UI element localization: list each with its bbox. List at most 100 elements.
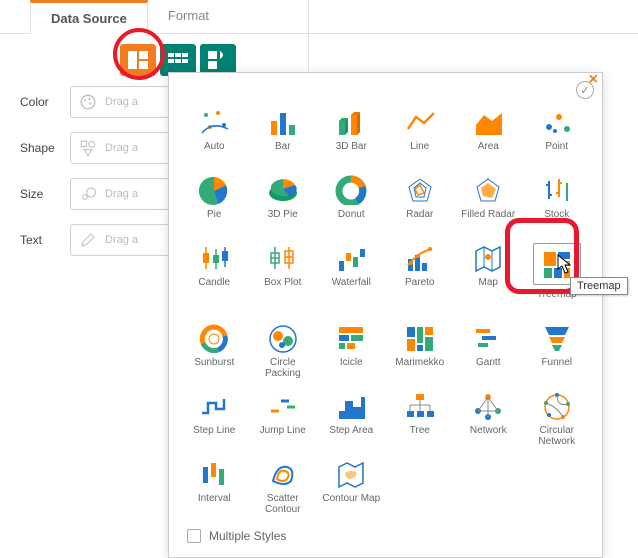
icicle-icon: [333, 323, 369, 353]
shelf-placeholder: Drag a: [105, 142, 138, 154]
chart-label: Donut: [338, 209, 365, 231]
sunburst-icon: [196, 323, 232, 353]
map-icon: [470, 243, 506, 273]
step-area-icon: [333, 391, 369, 421]
shelf-label-shape: Shape: [20, 141, 60, 155]
chart-type-auto[interactable]: Auto: [181, 103, 248, 167]
chart-label: Pareto: [405, 277, 434, 299]
chart-label: Area: [478, 141, 499, 163]
chart-type-point[interactable]: Point: [524, 103, 591, 167]
chart-type-3d-bar[interactable]: 3D Bar: [318, 103, 385, 167]
shelf-color[interactable]: Drag a: [70, 86, 170, 118]
shelf-placeholder: Drag a: [105, 234, 138, 246]
chart-type-icicle[interactable]: Icicle: [318, 319, 385, 383]
chart-label: Waterfall: [332, 277, 371, 299]
radar-icon: [402, 175, 438, 205]
shapes-icon: [79, 139, 97, 157]
chart-type-step-area[interactable]: Step Area: [318, 387, 385, 451]
chart-type-pareto[interactable]: Pareto: [387, 239, 454, 315]
chart-label: Stock: [544, 209, 569, 231]
chart-type-interval[interactable]: Interval: [181, 455, 248, 519]
donut-icon: [333, 175, 369, 205]
chart-type-donut[interactable]: Donut: [318, 171, 385, 235]
chart-type-filled-radar[interactable]: Filled Radar: [455, 171, 522, 235]
interval-icon: [196, 459, 232, 489]
filled-radar-icon: [470, 175, 506, 205]
multiple-styles-label: Multiple Styles: [209, 529, 286, 543]
chart-type-marimekko[interactable]: Marimekko: [387, 319, 454, 383]
chart-label: Network: [470, 425, 507, 447]
chart-type-step-line[interactable]: Step Line: [181, 387, 248, 451]
chart-label: Line: [410, 141, 429, 163]
circular-network-icon: [539, 391, 575, 421]
chart-grid: Auto Bar 3D Bar Line Area Point Pie 3D Pie Donut…: [181, 103, 590, 519]
chart-label: 3D Bar: [336, 141, 367, 163]
contour-map-icon: [333, 459, 369, 489]
shelf-text[interactable]: Drag a: [70, 224, 170, 256]
chart-label: Candle: [198, 277, 230, 299]
chart-type-tree[interactable]: Tree: [387, 387, 454, 451]
chart-type-gantt[interactable]: Gantt: [455, 319, 522, 383]
chart-type-circular-network[interactable]: Circular Network: [524, 387, 591, 451]
shelf-size[interactable]: Drag a: [70, 178, 170, 210]
chart-type-radar[interactable]: Radar: [387, 171, 454, 235]
chart-label: Box Plot: [264, 277, 301, 299]
chart-label: Auto: [204, 141, 225, 163]
chart-type-scatter-contour[interactable]: Scatter Contour: [250, 455, 317, 519]
chart-type-bar[interactable]: Bar: [250, 103, 317, 167]
chart-label: 3D Pie: [268, 209, 298, 231]
tab-format[interactable]: Format: [148, 0, 229, 33]
multiple-styles-checkbox[interactable]: [187, 529, 201, 543]
chart-label: Radar: [406, 209, 433, 231]
tab-data-source[interactable]: Data Source: [30, 0, 148, 34]
chart-label: Filled Radar: [461, 209, 515, 231]
shelf-label-size: Size: [20, 187, 60, 201]
chart-type-stock[interactable]: Stock: [524, 171, 591, 235]
chart-type-map[interactable]: Map: [455, 239, 522, 315]
chart-label: Contour Map: [322, 493, 380, 515]
gantt-icon: [470, 323, 506, 353]
3d-bar-icon: [333, 107, 369, 137]
chart-label: Step Area: [329, 425, 373, 447]
chart-type-sunburst[interactable]: Sunburst: [181, 319, 248, 383]
chart-type-pie[interactable]: Pie: [181, 171, 248, 235]
chart-label: Sunburst: [194, 357, 234, 379]
chart-label: Bar: [275, 141, 291, 163]
chart-type-3d-pie[interactable]: 3D Pie: [250, 171, 317, 235]
circle-packing-icon: [265, 323, 301, 353]
chart-label: Jump Line: [260, 425, 306, 447]
pie-icon: [196, 175, 232, 205]
chart-type-line[interactable]: Line: [387, 103, 454, 167]
chart-label: Pie: [207, 209, 221, 231]
area-icon: [470, 107, 506, 137]
3d-pie-icon: [265, 175, 301, 205]
palette-icon: [79, 93, 97, 111]
stock-icon: [539, 175, 575, 205]
chart-type-button[interactable]: [120, 44, 156, 76]
chart-type-waterfall[interactable]: Waterfall: [318, 239, 385, 315]
candle-icon: [196, 243, 232, 273]
chart-label: Marimekko: [395, 357, 444, 379]
chart-type-network[interactable]: Network: [455, 387, 522, 451]
step-line-icon: [196, 391, 232, 421]
chart-type-circle-packing[interactable]: Circle Packing: [250, 319, 317, 383]
chart-label: Point: [545, 141, 568, 163]
chart-type-contour-map[interactable]: Contour Map: [318, 455, 385, 519]
shelf-placeholder: Drag a: [105, 188, 138, 200]
chart-type-area[interactable]: Area: [455, 103, 522, 167]
chart-type-candle[interactable]: Candle: [181, 239, 248, 315]
chart-label: Step Line: [193, 425, 235, 447]
chart-type-box-plot[interactable]: Box Plot: [250, 239, 317, 315]
scatter-contour-icon: [265, 459, 301, 489]
tree-icon: [402, 391, 438, 421]
chart-type-jump-line[interactable]: Jump Line: [250, 387, 317, 451]
shelf-shape[interactable]: Drag a: [70, 132, 170, 164]
line-icon: [402, 107, 438, 137]
auto-icon: [196, 107, 232, 137]
chart-label: Gantt: [476, 357, 500, 379]
box-plot-icon: [265, 243, 301, 273]
chart-label: Map: [479, 277, 498, 299]
chart-label: Circular Network: [526, 425, 589, 447]
confirm-icon[interactable]: ✓: [576, 81, 594, 99]
chart-type-funnel[interactable]: Funnel: [524, 319, 591, 383]
